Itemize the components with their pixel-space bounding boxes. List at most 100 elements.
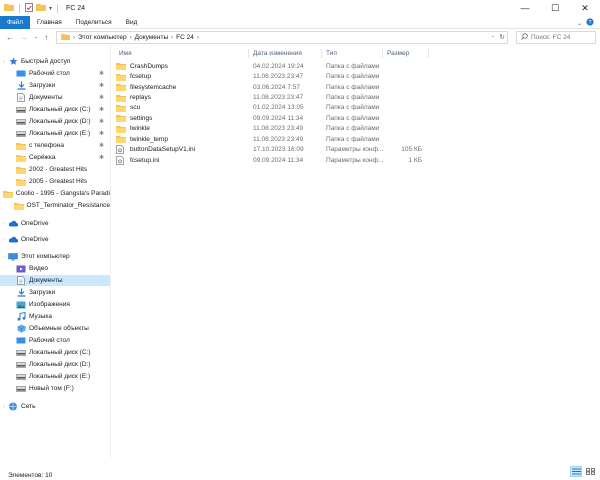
- ribbon-tabs: Файл Главная Поделиться Вид ⌄ ?: [0, 15, 600, 29]
- sidebar-item[interactable]: Объемные объекты: [0, 323, 110, 334]
- back-arrow-icon[interactable]: ←: [6, 33, 14, 42]
- minimize-button[interactable]: —: [510, 0, 540, 16]
- close-button[interactable]: ✕: [570, 0, 600, 16]
- search-box[interactable]: Поиск: FC 24: [516, 31, 596, 44]
- chevron-right-icon[interactable]: ›: [0, 254, 8, 260]
- sidebar-item[interactable]: Локальный диск (D:) ✱: [0, 116, 110, 127]
- recent-locations-icon[interactable]: ⌄: [34, 34, 38, 40]
- breadcrumb-fc24[interactable]: FC 24: [176, 34, 194, 41]
- sidebar-item[interactable]: Coolio - 1995 - Gangsta's Paradi: [0, 188, 110, 199]
- chevron-right-icon[interactable]: ›: [0, 59, 8, 65]
- sidebar-item[interactable]: Загрузки ✱: [0, 80, 110, 91]
- breadcrumb-chevron-icon[interactable]: ›: [130, 35, 132, 41]
- maximize-button[interactable]: ☐: [540, 0, 570, 16]
- tab-share[interactable]: Поделиться: [69, 16, 119, 29]
- file-type: Параметры конф...: [326, 146, 384, 154]
- file-row[interactable]: CrashDumps 04.02.2024 19:24 Папка с файлам…: [116, 61, 426, 71]
- up-arrow-icon[interactable]: ↑: [44, 33, 48, 42]
- item-count: Элементов: 10: [8, 471, 53, 479]
- sidebar-item[interactable]: Видео: [0, 263, 110, 274]
- forward-arrow-icon[interactable]: →: [20, 33, 28, 42]
- sidebar-item[interactable]: Документы: [0, 275, 110, 286]
- sidebar-item[interactable]: 2005 - Greatest Hits: [0, 176, 110, 187]
- breadcrumb-chevron-icon[interactable]: ›: [171, 35, 173, 41]
- sidebar-item[interactable]: › OneDrive: [0, 234, 110, 245]
- sidebar-item[interactable]: › Сеть: [0, 401, 110, 412]
- file-type: Папка с файлами: [326, 73, 380, 81]
- pin-icon: ✱: [98, 155, 104, 161]
- sidebar-item[interactable]: Музыка: [0, 311, 110, 322]
- breadcrumb-chevron-icon[interactable]: ›: [197, 35, 199, 41]
- pictures-icon: [16, 300, 26, 309]
- address-bar[interactable]: › Этот компьютер › Документы › FC 24 › ⌄…: [56, 31, 508, 44]
- file-type: Папка с файлами: [326, 104, 380, 112]
- breadcrumb-this-pc[interactable]: Этот компьютер: [78, 34, 127, 41]
- chevron-right-icon[interactable]: ›: [0, 404, 8, 410]
- file-name: scu: [130, 104, 141, 112]
- sidebar-item[interactable]: Локальный диск (D:): [0, 359, 110, 370]
- sidebar-item[interactable]: › OneDrive: [0, 218, 110, 229]
- column-header-size[interactable]: Размер: [387, 48, 409, 58]
- sidebar-item[interactable]: Изображения: [0, 299, 110, 310]
- file-name-cell: replays: [116, 92, 151, 102]
- large-icons-view-icon[interactable]: [584, 466, 596, 477]
- file-row[interactable]: settings 09.09.2024 11:34 Папка с файлами: [116, 113, 426, 123]
- sidebar-item[interactable]: Локальный диск (C:) ✱: [0, 104, 110, 115]
- customize-toolbar-icon[interactable]: ▾: [49, 5, 52, 12]
- sidebar-item[interactable]: Документы ✱: [0, 92, 110, 103]
- help-icon[interactable]: ?: [586, 18, 594, 28]
- sidebar-item[interactable]: Локальный диск (E:): [0, 371, 110, 382]
- file-row[interactable]: fcsetup.ini 09.09.2024 11:34 Параметры кон…: [116, 155, 426, 165]
- drive-icon: [16, 372, 26, 381]
- sidebar-item-label: OneDrive: [21, 220, 49, 227]
- new-folder-icon[interactable]: [36, 3, 46, 13]
- chevron-down-icon[interactable]: ⌄: [577, 20, 582, 27]
- column-divider[interactable]: [428, 49, 429, 58]
- address-history-icon[interactable]: ⌄: [491, 33, 495, 41]
- file-size: [386, 71, 422, 81]
- file-type: Параметры конф...: [326, 156, 384, 164]
- column-header-type[interactable]: Тип: [326, 48, 337, 58]
- sidebar-item[interactable]: с телефона ✱: [0, 140, 110, 151]
- properties-icon[interactable]: [25, 2, 33, 14]
- drive-icon: [16, 129, 26, 138]
- sidebar-item[interactable]: Загрузки: [0, 287, 110, 298]
- svg-text:?: ?: [588, 20, 591, 26]
- file-row[interactable]: filesystemcache 03.06.2024 7:57 Папка с фа…: [116, 82, 426, 92]
- column-divider[interactable]: [321, 49, 322, 58]
- sidebar-item[interactable]: Рабочий стол: [0, 335, 110, 346]
- sidebar-item[interactable]: Новый том (F:): [0, 383, 110, 394]
- column-header-name[interactable]: Имя: [119, 48, 132, 58]
- sidebar-item[interactable]: Локальный диск (E:) ✱: [0, 128, 110, 139]
- column-divider[interactable]: [248, 49, 249, 58]
- column-divider[interactable]: [382, 49, 383, 58]
- chevron-right-icon[interactable]: ›: [0, 221, 8, 227]
- breadcrumb-documents[interactable]: Документы: [135, 34, 169, 41]
- tab-file[interactable]: Файл: [0, 15, 30, 29]
- file-row[interactable]: twinkle_temp 11.08.2023 23:49 Папка с файл…: [116, 134, 426, 144]
- details-view-icon[interactable]: [570, 466, 582, 477]
- sidebar-item-label: с телефона: [29, 142, 64, 149]
- sidebar-item[interactable]: OST_Terminator_Resistance: [0, 200, 110, 211]
- file-size: [386, 134, 422, 144]
- drive-icon: [16, 384, 26, 393]
- tab-view[interactable]: Вид: [119, 16, 145, 29]
- documents-icon: [16, 93, 26, 102]
- file-row[interactable]: buttonDataSetupV1.ini 17.10.2023 16:09 Пар…: [116, 145, 426, 155]
- file-row[interactable]: twinkle 11.08.2023 23:49 Папка с файлами: [116, 124, 426, 134]
- sidebar-item[interactable]: Рабочий стол ✱: [0, 68, 110, 79]
- column-header-date[interactable]: Дата изменения: [253, 48, 302, 58]
- pane-divider[interactable]: [110, 44, 111, 458]
- sidebar-item[interactable]: 2002 - Greatest Hits: [0, 164, 110, 175]
- tab-home[interactable]: Главная: [30, 16, 69, 29]
- sidebar-item[interactable]: › Этот компьютер: [0, 251, 110, 262]
- file-row[interactable]: fcsetup 11.08.2023 23:47 Папка с файлами: [116, 71, 426, 81]
- file-row[interactable]: scu 01.02.2024 13:05 Папка с файлами: [116, 103, 426, 113]
- file-row[interactable]: replays 11.08.2023 23:47 Папка с файлами: [116, 92, 426, 102]
- sidebar-item[interactable]: Серёжка ✱: [0, 152, 110, 163]
- chevron-right-icon[interactable]: ›: [0, 237, 8, 243]
- sidebar-item-label: Музыка: [29, 313, 52, 320]
- sidebar-item[interactable]: Локальный диск (C:): [0, 347, 110, 358]
- sidebar-item[interactable]: › Быстрый доступ: [0, 56, 110, 67]
- refresh-icon[interactable]: ↻: [499, 33, 505, 41]
